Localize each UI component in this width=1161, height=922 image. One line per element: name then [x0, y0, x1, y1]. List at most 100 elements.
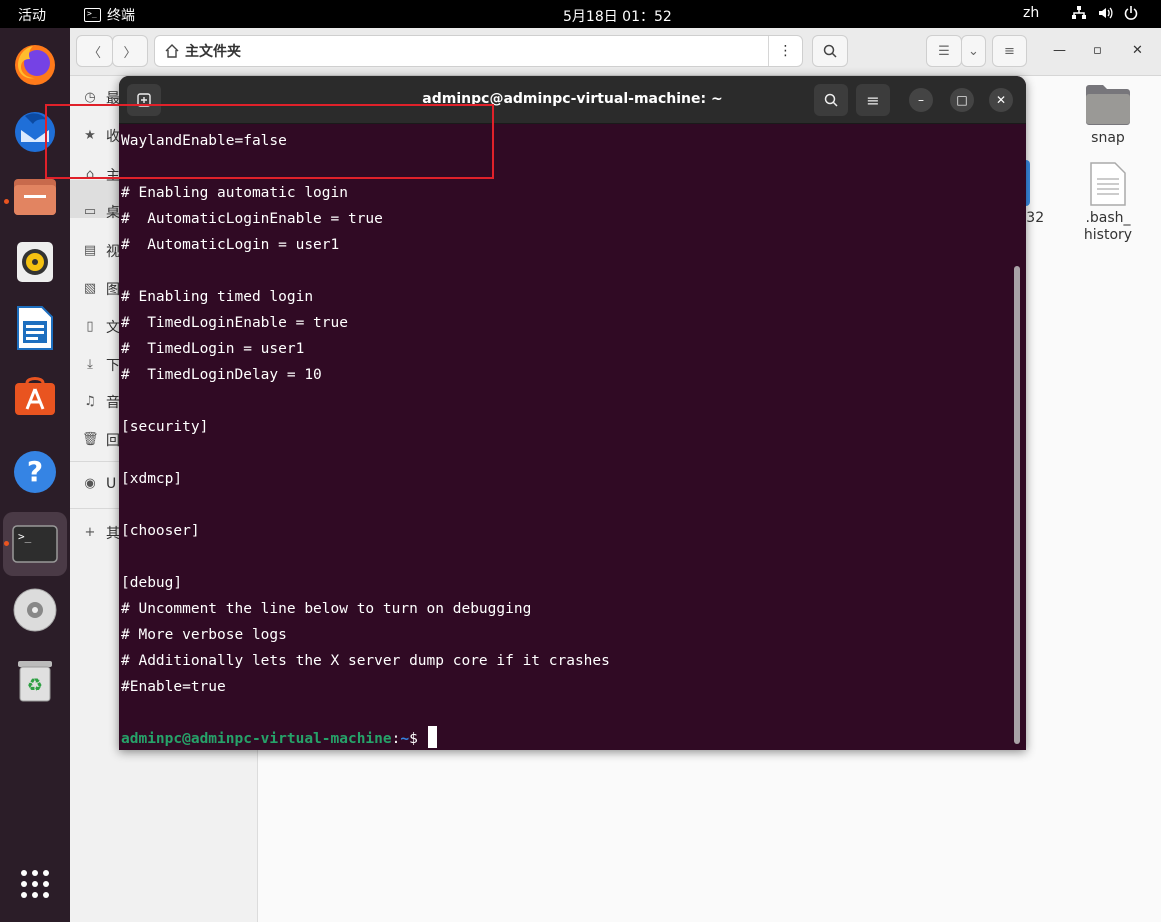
help-icon: ? — [14, 451, 56, 493]
view-options-button[interactable]: ⌄ — [961, 35, 986, 67]
running-indicator — [4, 199, 9, 204]
app-store-icon — [15, 377, 55, 415]
sidebar-item-pictures[interactable]: ▧ 图 — [82, 279, 120, 299]
sidebar-item-documents[interactable]: ▯ 文 — [82, 317, 120, 337]
chevron-down-icon: ⌄ — [968, 43, 979, 59]
volume-icon — [1099, 7, 1113, 19]
svg-text:♻: ♻ — [27, 675, 43, 696]
music-icon: ♫ — [84, 394, 96, 409]
path-bar[interactable]: 主文件夹 ⋮ — [154, 35, 803, 67]
terminal-line: # TimedLogin = user1 — [121, 341, 305, 357]
top-bar: 活动 >_ 终端 5月18日 01：52 zh — [0, 0, 1161, 28]
prompt-symbol: $ — [409, 731, 418, 747]
main-menu-button[interactable]: ≡ — [992, 35, 1027, 67]
list-view-icon: ☰ — [938, 43, 950, 59]
app-name: 终端 — [107, 8, 135, 24]
highlight-box — [45, 104, 494, 179]
show-applications-button[interactable] — [11, 860, 59, 908]
dock-app-center[interactable] — [11, 370, 59, 418]
terminal-line: # AutomaticLoginEnable = true — [121, 211, 383, 227]
terminal-line: [chooser] — [121, 523, 200, 539]
trash-icon: ♻ — [18, 661, 52, 702]
file-label-snap[interactable]: snap — [1086, 130, 1130, 146]
sidebar-item-desktop[interactable]: ▭ 桌 — [82, 202, 120, 222]
terminal-line: # Enabling automatic login — [121, 185, 348, 201]
terminal-line: # TimedLoginDelay = 10 — [121, 367, 322, 383]
terminal-output[interactable]: WaylandEnable=false # Enabling automatic… — [121, 128, 1011, 748]
terminal-line: [security] — [121, 419, 209, 435]
text-cursor — [427, 726, 437, 748]
terminal-search-button[interactable] — [814, 84, 848, 116]
file-manager-headerbar: 〈 〉 主文件夹 ⋮ ☰ ⌄ ≡ — ▫ ✕ — [70, 28, 1161, 76]
running-indicator — [4, 541, 9, 546]
firefox-icon — [15, 45, 55, 85]
close-icon[interactable]: ✕ — [1132, 43, 1143, 58]
file-label-bash-history[interactable]: .bash_ history — [1080, 210, 1136, 244]
kebab-icon: ⋮ — [778, 43, 793, 59]
terminal-minimize-button[interactable]: – — [909, 88, 933, 112]
sidebar-item-other-locations[interactable]: + 其 — [82, 523, 120, 543]
dock-files[interactable] — [11, 172, 59, 220]
document-writer-icon — [17, 306, 53, 350]
terminal-icon: >_ — [12, 525, 58, 563]
disc-icon: ◉ — [84, 476, 96, 491]
sidebar-item-videos[interactable]: ▤ 视 — [82, 241, 120, 261]
terminal-line: [xdmcp] — [121, 471, 183, 487]
image-icon: ▧ — [83, 281, 97, 296]
svg-text:?: ? — [27, 455, 43, 488]
prompt-path: ~ — [400, 731, 410, 747]
terminal-line: # Additionally lets the X server dump co… — [121, 653, 610, 669]
minimize-icon[interactable]: — — [1053, 43, 1066, 58]
dock-firefox[interactable] — [11, 40, 59, 88]
terminal-menu-button[interactable]: ≡ — [856, 84, 890, 116]
terminal-line: # Enabling timed login — [121, 289, 314, 305]
forward-button[interactable]: 〉 — [112, 35, 148, 67]
terminal-scrollbar[interactable] — [1014, 266, 1020, 744]
terminal-maximize-button[interactable]: □ — [950, 88, 974, 112]
close-icon: ✕ — [995, 93, 1007, 107]
terminal-line: [debug] — [121, 575, 183, 591]
dock-trash[interactable]: ♻ — [11, 656, 59, 704]
document-icon: ▯ — [86, 319, 94, 334]
dock-rhythmbox[interactable] — [11, 238, 59, 286]
speaker-icon — [17, 242, 53, 282]
dock-writer[interactable] — [11, 304, 59, 352]
clock[interactable]: 5月18日 01：52 — [563, 6, 672, 26]
desktop-icon: ▭ — [83, 204, 97, 219]
input-method-indicator[interactable]: zh — [1023, 5, 1039, 21]
text-file-icon[interactable] — [1089, 161, 1127, 207]
terminal-line: # TimedLoginEnable = true — [121, 315, 348, 331]
sidebar-item-downloads[interactable]: ⤓ 下 — [82, 355, 120, 375]
folder-icon[interactable] — [1084, 82, 1132, 126]
sidebar-item-usb[interactable]: ◉ U — [82, 476, 116, 492]
hamburger-icon: ≡ — [1004, 43, 1015, 59]
film-icon: ▤ — [83, 243, 97, 258]
terminal-line: # AutomaticLogin = user1 — [121, 237, 340, 253]
sidebar-item-music[interactable]: ♫ 音 — [82, 392, 120, 412]
view-list-button[interactable]: ☰ — [926, 35, 962, 67]
download-icon: ⤓ — [87, 357, 93, 372]
prompt-user: adminpc@adminpc-virtual-machine — [121, 731, 392, 747]
search-icon — [824, 93, 838, 107]
search-button[interactable] — [812, 35, 848, 67]
sidebar-item-trash[interactable]: 🗑 回 — [82, 430, 120, 450]
trash-icon: 🗑 — [82, 432, 99, 447]
path-menu-button[interactable]: ⋮ — [768, 36, 802, 66]
svg-text:>_: >_ — [18, 530, 32, 543]
terminal-prompt-line[interactable]: adminpc@adminpc-virtual-machine:~$ — [121, 726, 437, 750]
plus-icon: + — [84, 525, 96, 540]
activities-button[interactable]: 活动 — [18, 5, 46, 25]
dock-help[interactable]: ? — [11, 448, 59, 496]
chevron-left-icon: 〈 — [87, 45, 101, 61]
maximize-icon[interactable]: ▫ — [1093, 43, 1102, 58]
dock-disc[interactable] — [11, 586, 59, 634]
back-button[interactable]: 〈 — [76, 35, 113, 67]
power-icon — [1124, 6, 1138, 20]
chevron-right-icon: 〉 — [123, 45, 137, 61]
app-menu[interactable]: >_ 终端 — [84, 5, 135, 25]
dock-terminal[interactable]: >_ — [11, 520, 59, 568]
terminal-close-button[interactable]: ✕ — [989, 88, 1013, 112]
system-tray[interactable] — [1071, 5, 1139, 21]
disc-icon — [13, 588, 57, 632]
maximize-icon: □ — [956, 93, 968, 107]
